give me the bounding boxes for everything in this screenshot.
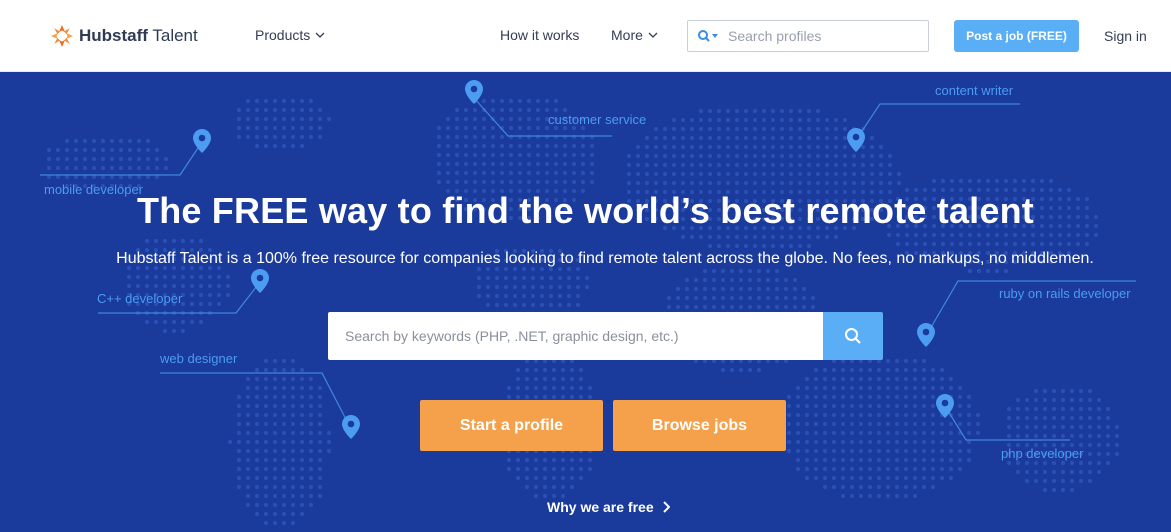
why-free-link[interactable]: Why we are free <box>547 499 670 515</box>
location-pin-icon <box>342 415 360 439</box>
tag-cpp-developer: C++ developer <box>97 291 183 306</box>
top-nav-bar: Hubstaff Talent Products How it works Mo… <box>0 0 1171 72</box>
location-pin-icon <box>251 269 269 293</box>
tag-php-developer: php developer <box>1001 446 1084 461</box>
header-search-input[interactable] <box>728 28 918 44</box>
nav-products[interactable]: Products <box>255 27 325 43</box>
hero-title: The FREE way to find the world’s best re… <box>137 190 1034 231</box>
location-pin-icon <box>847 128 865 152</box>
search-icon <box>845 328 861 344</box>
location-pin-icon <box>917 323 935 347</box>
search-icon[interactable] <box>697 29 719 43</box>
hero-section: customer service content writer mobile d… <box>0 72 1171 532</box>
hero-search-box <box>328 312 883 360</box>
location-pin-icon <box>193 129 211 153</box>
logo-product: Talent <box>152 26 198 45</box>
chevron-down-icon <box>648 32 658 38</box>
sign-in-link[interactable]: Sign in <box>1104 28 1147 44</box>
tag-web-designer: web designer <box>160 351 238 366</box>
hubstaff-logo-icon <box>51 25 73 47</box>
why-free-label: Why we are free <box>547 499 654 515</box>
nav-more[interactable]: More <box>611 27 658 43</box>
browse-jobs-button[interactable]: Browse jobs <box>613 400 786 451</box>
tag-customer-service: customer service <box>548 112 647 127</box>
nav-products-label: Products <box>255 27 311 43</box>
nav-how-it-works[interactable]: How it works <box>500 27 579 43</box>
chevron-down-icon <box>315 32 325 38</box>
chevron-right-icon <box>662 501 670 513</box>
post-job-button[interactable]: Post a job (FREE) <box>954 20 1079 52</box>
logo-brand: Hubstaff <box>79 26 148 45</box>
location-pin-icon <box>465 80 483 104</box>
search-button[interactable] <box>823 312 883 360</box>
tag-ruby-developer: ruby on rails developer <box>999 286 1131 301</box>
start-profile-button[interactable]: Start a profile <box>420 400 603 451</box>
nav-more-label: More <box>611 27 643 43</box>
keyword-search-input[interactable] <box>328 312 823 360</box>
header-search-box <box>687 20 929 52</box>
tag-content-writer: content writer <box>935 83 1014 98</box>
logo-text: Hubstaff Talent <box>79 26 198 46</box>
hero-subtitle: Hubstaff Talent is a 100% free resource … <box>116 250 1094 267</box>
location-pin-icon <box>936 394 954 418</box>
nav-how-it-works-label: How it works <box>500 27 580 43</box>
logo[interactable]: Hubstaff Talent <box>50 22 198 50</box>
